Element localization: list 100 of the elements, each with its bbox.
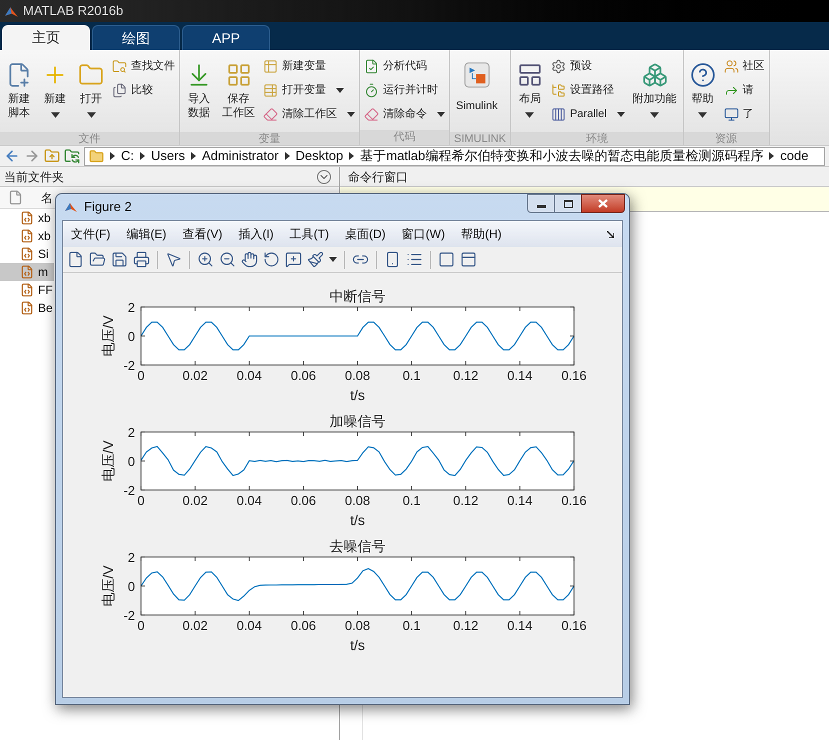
ribbon-small-button[interactable]: 设置路径 — [548, 80, 627, 101]
ribbon-small-button[interactable]: 预设 — [548, 56, 627, 77]
ribbon-small-button[interactable]: 分析代码 — [362, 56, 447, 77]
function-file-icon — [20, 283, 34, 297]
brush-icon[interactable] — [307, 251, 324, 268]
menu-item[interactable]: 工具(T) — [290, 225, 329, 243]
path-segment[interactable]: code — [780, 148, 808, 164]
tick-label: 0 — [128, 579, 135, 594]
file-row[interactable]: m — [0, 263, 54, 281]
back-icon[interactable] — [4, 148, 20, 164]
menu-item[interactable]: 文件(F) — [71, 225, 110, 243]
layout-icon — [516, 62, 543, 88]
ribbon-button[interactable]: 新建 脚本 — [2, 54, 36, 132]
path-segment[interactable]: Desktop — [296, 148, 344, 164]
tick-label: 0.08 — [344, 618, 370, 633]
ribbon-small-button[interactable]: 清除命令 — [362, 104, 447, 125]
menu-item[interactable]: 插入(I) — [238, 225, 274, 243]
path-segment[interactable]: C: — [121, 148, 134, 164]
menu-item[interactable]: 窗口(W) — [402, 225, 445, 243]
tick-label: 0 — [137, 368, 145, 383]
close-button[interactable] — [581, 194, 625, 213]
tick-label: -2 — [123, 483, 135, 498]
pointer-icon[interactable] — [165, 251, 182, 268]
button-label: 新建 — [44, 92, 66, 106]
ribbon-button[interactable]: Simulink — [452, 54, 502, 132]
ribbon-small-button[interactable]: 查找文件 — [110, 56, 177, 77]
ribbon-button[interactable]: 打开 — [74, 54, 108, 132]
address-field[interactable]: C: Users Administrator Desktop 基于matlab编程希尔伯特变换和小波去噪的暂态电能质量检测源码程序 code — [84, 146, 825, 166]
folder-icon[interactable] — [89, 251, 106, 268]
axis-label: t/s — [350, 387, 365, 403]
ribbon-small-button[interactable]: 运行并计时 — [362, 80, 447, 101]
folder-icon — [89, 148, 104, 164]
zoom-out-icon[interactable] — [219, 251, 236, 268]
tick-label: 0.14 — [507, 493, 533, 508]
column-header[interactable]: 名 — [41, 188, 53, 206]
path-segment[interactable]: 基于matlab编程希尔伯特变换和小波去噪的暂态电能质量检测源码程序 — [360, 148, 764, 164]
tick-label: 0.1 — [402, 618, 421, 633]
caret-icon — [329, 257, 337, 262]
ribbon-tab[interactable]: 绘图 — [92, 25, 180, 50]
ribbon-small-button[interactable]: 社区 — [722, 56, 767, 77]
ribbon-button[interactable]: 保存 工作区 — [218, 54, 259, 132]
square-icon[interactable] — [438, 251, 455, 268]
save-icon[interactable] — [111, 251, 128, 268]
ribbon-small-button[interactable]: 清除工作区 — [261, 104, 357, 125]
tick-label: 0 — [128, 454, 135, 469]
ribbon-button[interactable]: 帮助 — [686, 54, 720, 132]
button-label: 附加功能 — [632, 92, 677, 106]
ribbon-small-button[interactable]: 打开变量 — [261, 80, 357, 101]
tick-label: 0.1 — [402, 368, 421, 383]
menu-item[interactable]: 查看(V) — [182, 225, 222, 243]
window-icon[interactable] — [460, 251, 477, 268]
maximize-button[interactable] — [555, 194, 581, 213]
zoom-in-icon[interactable] — [197, 251, 214, 268]
chart-title: 中断信号 — [330, 288, 386, 304]
folder-tree-icon — [550, 83, 566, 98]
axis-label: 电压/V — [100, 565, 116, 607]
ribbon-small-button[interactable]: Parallel — [548, 104, 627, 125]
separator-arrow-icon — [140, 152, 145, 160]
tick-label: 0.12 — [453, 493, 478, 508]
button-label: 新建 — [8, 92, 30, 106]
chart-title: 去噪信号 — [330, 538, 386, 554]
dock-arrow-icon — [607, 231, 614, 238]
monitor-icon — [724, 107, 739, 122]
ribbon-button[interactable]: 新建 — [38, 54, 72, 132]
panel-menu-icon[interactable] — [317, 170, 331, 184]
ribbon-button[interactable]: 导入 数据 — [182, 54, 216, 132]
ribbon-button[interactable]: 附加功能 — [628, 54, 681, 132]
ribbon-tab[interactable]: APP — [182, 25, 270, 50]
hand-icon[interactable] — [241, 251, 258, 268]
menu-item[interactable]: 桌面(D) — [344, 225, 386, 243]
ribbon-small-button[interactable]: 新建变量 — [261, 56, 357, 77]
rotate-icon[interactable] — [263, 251, 280, 268]
new-file-icon[interactable] — [67, 251, 84, 268]
ribbon-small-button[interactable]: 了 — [722, 104, 767, 125]
eraser-icon — [364, 107, 379, 122]
people-icon — [724, 59, 739, 74]
tick-label: 0.04 — [236, 618, 262, 633]
ribbon-button[interactable]: 布局 — [512, 54, 547, 132]
panel-title: 命令行窗口 — [348, 168, 408, 186]
ribbon-small-button[interactable]: 请 — [722, 80, 767, 101]
cubes-icon — [642, 62, 668, 88]
tick-label: 0.04 — [236, 368, 262, 383]
tick-label: 0.02 — [182, 618, 208, 633]
note-icon[interactable] — [285, 251, 302, 268]
tick-label: 0.02 — [182, 493, 208, 508]
menu-item[interactable]: 帮助(H) — [460, 225, 502, 243]
tick-label: 0.06 — [290, 493, 316, 508]
ribbon-small-button[interactable]: 比较 — [110, 80, 177, 101]
minimize-button[interactable] — [527, 194, 555, 213]
app-title: MATLAB R2016b — [23, 2, 124, 20]
panel-icon[interactable] — [384, 251, 401, 268]
checklist-icon — [364, 59, 379, 74]
ribbon-tab[interactable]: 主页 — [2, 25, 90, 50]
folder-browse-icon[interactable] — [64, 148, 80, 164]
group-label: SIMULINK — [450, 132, 510, 145]
printer-icon[interactable] — [133, 251, 150, 268]
legend-icon[interactable] — [406, 251, 423, 268]
path-segment[interactable]: Users — [151, 148, 185, 164]
menu-item[interactable]: 编辑(E) — [126, 225, 166, 243]
path-segment[interactable]: Administrator — [202, 148, 279, 164]
